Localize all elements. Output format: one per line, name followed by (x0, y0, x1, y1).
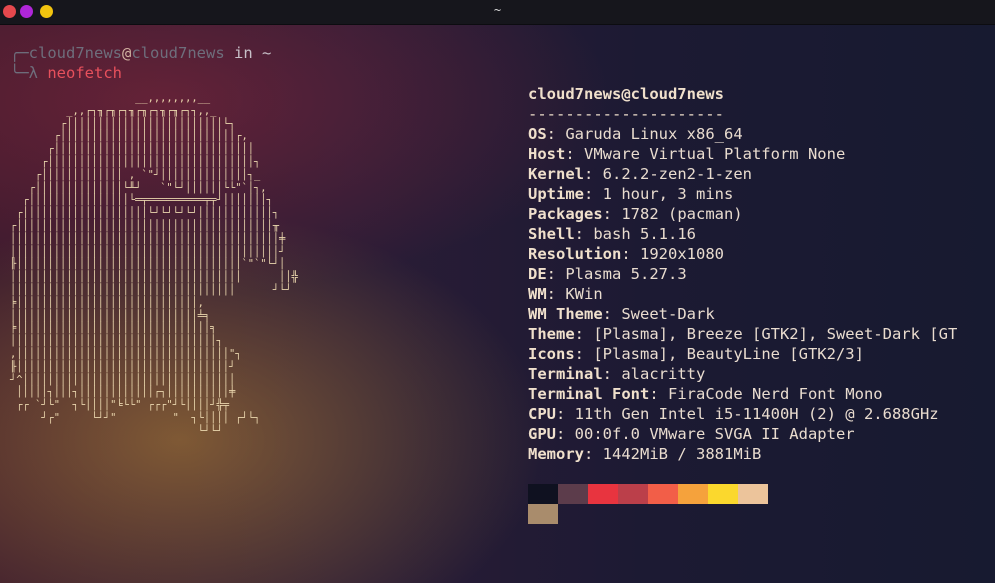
color-swatch (708, 484, 738, 504)
color-swatch (588, 484, 618, 504)
info-value: [Plasma], Breeze [GTK2], Sweet-Dark [GT (593, 325, 958, 343)
color-swatch (738, 484, 768, 504)
info-key: DE (528, 265, 547, 283)
info-row: CPU: 11th Gen Intel i5-11400H (2) @ 2.68… (528, 404, 957, 424)
info-key: WM (528, 285, 547, 303)
info-separator: : (649, 385, 668, 403)
info-value: 1920x1080 (640, 245, 724, 263)
info-value: Sweet-Dark (621, 305, 715, 323)
user-host: cloud7news@cloud7news (528, 85, 724, 103)
info-key: Uptime (528, 185, 584, 203)
info-row: Theme: [Plasma], Breeze [GTK2], Sweet-Da… (528, 324, 957, 344)
info-separator: : (574, 325, 594, 343)
prompt-user: cloud7news (28, 44, 122, 62)
info-value: Garuda Linux x86_64 (565, 125, 743, 143)
info-separator: : (602, 365, 622, 383)
command-line[interactable]: ╰─λ neofetch (10, 64, 122, 82)
info-separator: : (574, 345, 594, 363)
info-row: DE: Plasma 5.27.3 (528, 264, 957, 284)
info-row: GPU: 00:0f.0 VMware SVGA II Adapter (528, 424, 957, 444)
color-swatch (528, 484, 558, 504)
prompt-in: in (234, 44, 253, 62)
info-row: Host: VMware Virtual Platform None (528, 144, 957, 164)
info-key: Terminal Font (528, 385, 650, 403)
info-separator: : (584, 185, 603, 203)
info-separator: : (584, 445, 603, 463)
info-separator: : (574, 225, 594, 243)
system-info-panel: cloud7news@cloud7news ------------------… (528, 84, 957, 464)
info-value: 00:0f.0 VMware SVGA II Adapter (574, 425, 855, 443)
info-separator: : (602, 205, 622, 223)
info-separator: : (546, 125, 566, 143)
color-palette (528, 484, 768, 524)
prompt-prefix-bottom: ╰─λ (10, 64, 38, 82)
info-row: Shell: bash 5.1.16 (528, 224, 957, 244)
info-key: Kernel (528, 165, 584, 183)
info-separator: : (621, 245, 640, 263)
info-value: bash 5.1.16 (593, 225, 696, 243)
info-value: Plasma 5.27.3 (565, 265, 687, 283)
info-separator: : (584, 165, 603, 183)
info-separator: : (602, 305, 622, 323)
info-row: OS: Garuda Linux x86_64 (528, 124, 957, 144)
info-value: 1782 (pacman) (621, 205, 743, 223)
info-key: GPU (528, 425, 556, 443)
color-swatch (558, 484, 588, 504)
info-separator: : (556, 405, 575, 423)
prompt-prefix-top: ╭─ (10, 44, 29, 62)
command-text: neofetch (47, 64, 122, 82)
info-key: WM Theme (528, 305, 603, 323)
prompt-host: cloud7news (131, 44, 225, 62)
info-key: OS (528, 125, 547, 143)
info-key: Packages (528, 205, 603, 223)
info-value: FiraCode Nerd Font Mono (668, 385, 883, 403)
info-row: Terminal Font: FiraCode Nerd Font Mono (528, 384, 957, 404)
info-row: Kernel: 6.2.2-zen2-1-zen (528, 164, 957, 184)
info-key: CPU (528, 405, 556, 423)
info-value: 1442MiB / 3881MiB (602, 445, 762, 463)
info-value: alacritty (621, 365, 706, 383)
user-host-row: cloud7news@cloud7news (528, 84, 957, 104)
info-separator: : (546, 285, 566, 303)
window-titlebar: ~ (0, 0, 995, 25)
info-value: KWin (565, 285, 603, 303)
info-value: VMware Virtual Platform None (584, 145, 846, 163)
color-swatch (528, 504, 558, 524)
info-key: Resolution (528, 245, 622, 263)
shell-prompt: ╭─cloud7news@cloud7news in ~ (10, 44, 271, 62)
info-value: [Plasma], BeautyLine [GTK2/3] (593, 345, 864, 363)
prompt-path: ~ (262, 44, 272, 62)
info-row: WM Theme: Sweet-Dark (528, 304, 957, 324)
info-key: Icons (528, 345, 575, 363)
color-swatch (618, 484, 648, 504)
info-key: Memory (528, 445, 584, 463)
info-divider: --------------------- (528, 105, 724, 123)
info-row: Memory: 1442MiB / 3881MiB (528, 444, 957, 464)
info-key: Shell (528, 225, 575, 243)
info-row: Icons: [Plasma], BeautyLine [GTK2/3] (528, 344, 957, 364)
color-swatch (678, 484, 708, 504)
info-fields: OS: Garuda Linux x86_64 Host: VMware Virt… (528, 124, 957, 464)
info-row: Uptime: 1 hour, 3 mins (528, 184, 957, 204)
info-separator: : (556, 425, 575, 443)
window-title: ~ (493, 3, 502, 17)
info-row: Packages: 1782 (pacman) (528, 204, 957, 224)
info-row: Resolution: 1920x1080 (528, 244, 957, 264)
info-key: Host (528, 145, 566, 163)
info-separator: : (565, 145, 584, 163)
info-value: 6.2.2-zen2-1-zen (602, 165, 752, 183)
info-row: Terminal: alacritty (528, 364, 957, 384)
color-swatch (648, 484, 678, 504)
info-separator: : (546, 265, 566, 283)
info-value: 1 hour, 3 mins (602, 185, 734, 203)
info-value: 11th Gen Intel i5-11400H (2) @ 2.688GHz (574, 405, 939, 423)
prompt-at: @ (122, 44, 132, 62)
info-key: Terminal (528, 365, 603, 383)
divider-row: --------------------- (528, 104, 957, 124)
info-key: Theme (528, 325, 575, 343)
garuda-ascii-logo: __,,,,,,,,__ _,,┌┐╖┌╖┌┐╖┌╖┌┐╖┌╖┌┐┐,,_ ┌│… (10, 92, 298, 437)
info-row: WM: KWin (528, 284, 957, 304)
